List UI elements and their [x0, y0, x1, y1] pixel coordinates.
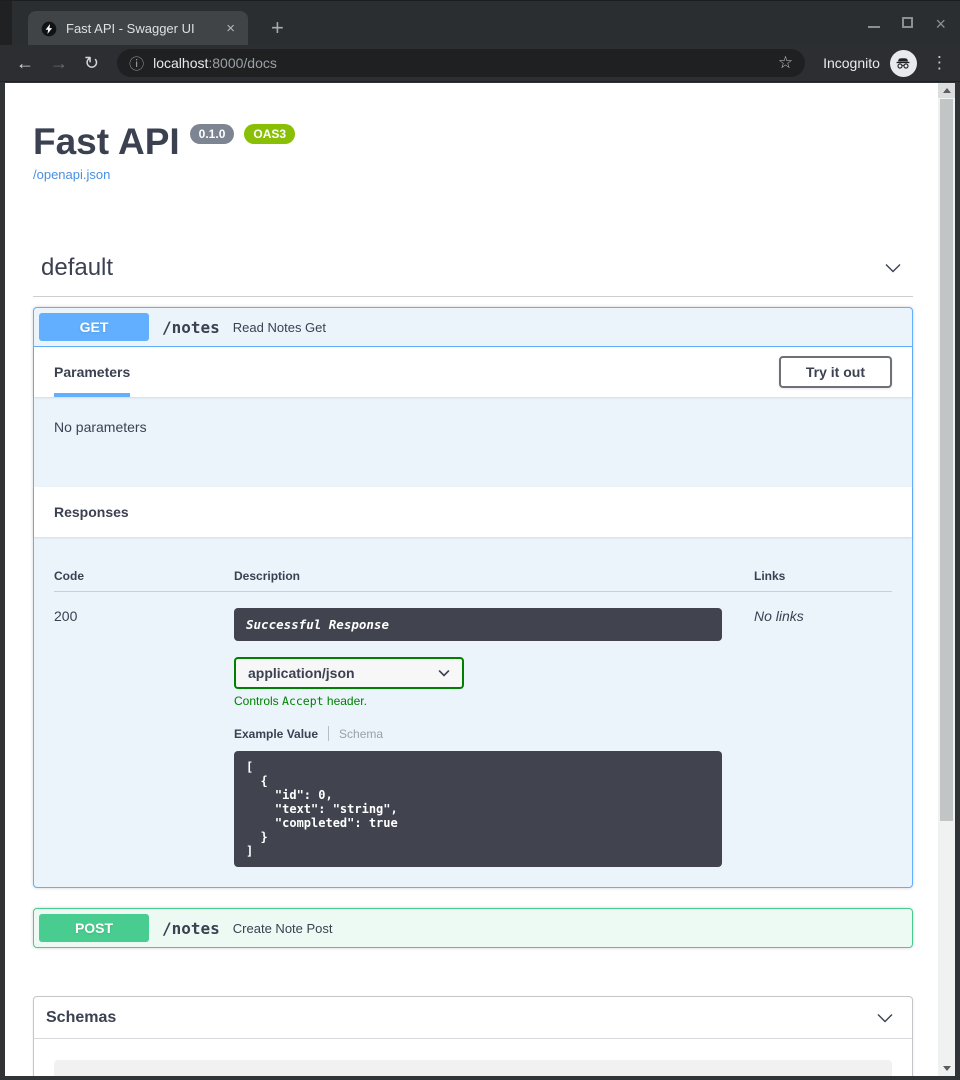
opblock-summary-get[interactable]: GET /notes Read Notes Get: [34, 308, 912, 347]
hint-prefix: Controls: [234, 694, 282, 708]
get-path: /notes: [162, 318, 220, 337]
api-info: Fast API 0.1.0 OAS3 /openapi.json: [33, 121, 913, 184]
fastapi-favicon-icon: [41, 21, 57, 37]
try-it-out-button[interactable]: Try it out: [779, 356, 892, 388]
get-method-badge: GET: [39, 313, 149, 341]
scroll-up-icon: [943, 88, 951, 93]
window-minimize-button[interactable]: [868, 15, 880, 33]
opblock-summary-post[interactable]: POST /notes Create Note Post: [34, 909, 912, 947]
no-parameters-message: No parameters: [34, 397, 912, 487]
response-row-200: 200 Successful Response application/json…: [54, 592, 892, 867]
site-info-icon[interactable]: ⓘ: [129, 53, 144, 74]
swagger-page: Fast API0.1.0OAS3 /openapi.json default …: [5, 83, 938, 1076]
refresh-icon[interactable]: ↻: [84, 54, 99, 72]
hint-suffix: header.: [324, 694, 367, 708]
responses-title: Responses: [54, 504, 129, 520]
column-links: Links: [754, 569, 892, 583]
post-summary: Create Note Post: [233, 921, 333, 936]
maximize-icon: [902, 17, 913, 28]
media-type-value: application/json: [248, 665, 355, 681]
responses-body: Code Description Links 200 Successful Re…: [34, 537, 912, 887]
get-summary: Read Notes Get: [233, 320, 326, 335]
hint-accept-code: Accept: [282, 694, 324, 708]
tag-title: default: [41, 254, 113, 282]
response-code: 200: [54, 608, 234, 867]
opblock-post-notes: POST /notes Create Note Post: [33, 908, 913, 948]
url-rest: :8000/docs: [208, 55, 277, 71]
schemas-title: Schemas: [46, 1009, 116, 1027]
scrollbar-down-button[interactable]: [938, 1061, 955, 1076]
opblock-get-notes: GET /notes Read Notes Get Parameters Try…: [33, 307, 913, 888]
chevron-down-icon: [437, 666, 451, 680]
scrollbar-thumb[interactable]: [940, 99, 953, 821]
accept-header-hint: Controls Accept header.: [234, 694, 722, 708]
new-tab-button[interactable]: +: [265, 15, 290, 41]
example-json-block: [ { "id": 0, "text": "string", "complete…: [234, 751, 722, 867]
media-type-select[interactable]: application/json: [234, 657, 464, 689]
version-badge: 0.1.0: [190, 124, 235, 144]
window-maximize-button[interactable]: [902, 15, 913, 33]
tag-section-header[interactable]: default: [33, 254, 913, 297]
bookmark-star-icon[interactable]: ☆: [778, 53, 793, 73]
column-code: Code: [54, 569, 234, 583]
incognito-label: Incognito: [823, 55, 880, 71]
tab-schema[interactable]: Schema: [339, 727, 383, 741]
post-path: /notes: [162, 919, 220, 938]
forward-icon[interactable]: →: [50, 54, 68, 72]
incognito-icon: [890, 50, 917, 77]
api-title: Fast API: [33, 121, 180, 163]
url-text: localhost:8000/docs: [153, 55, 277, 71]
response-links: No links: [754, 608, 892, 867]
page-scrollbar[interactable]: [938, 83, 955, 1076]
responses-table-header: Code Description Links: [54, 557, 892, 592]
tab-parameters[interactable]: Parameters: [54, 347, 130, 397]
oas3-badge: OAS3: [244, 124, 295, 144]
browser-titlebar: Fast API - Swagger UI × + ×: [0, 0, 960, 45]
chevron-down-icon: [883, 258, 903, 278]
browser-menu-icon[interactable]: ⋮: [931, 53, 948, 73]
browser-tab[interactable]: Fast API - Swagger UI ×: [28, 11, 248, 46]
scroll-down-icon: [943, 1066, 951, 1071]
schemas-header[interactable]: Schemas: [34, 997, 912, 1039]
column-description: Description: [234, 569, 754, 583]
url-host: localhost: [153, 55, 208, 71]
window-close-button[interactable]: ×: [935, 17, 946, 31]
minimize-icon: [868, 26, 880, 28]
schemas-section: Schemas Note: [33, 996, 913, 1076]
tab-close-icon[interactable]: ×: [221, 19, 240, 38]
post-method-badge: POST: [39, 914, 149, 942]
chevron-down-icon: [875, 1008, 895, 1028]
url-bar[interactable]: ⓘ localhost:8000/docs ☆: [117, 49, 805, 77]
response-description: Successful Response: [234, 608, 722, 641]
back-icon[interactable]: ←: [16, 54, 34, 72]
browser-toolbar: ← → ↻ ⓘ localhost:8000/docs ☆ Incognito …: [0, 45, 960, 82]
openapi-json-link[interactable]: /openapi.json: [33, 167, 110, 182]
scrollbar-up-button[interactable]: [938, 83, 955, 98]
tab-title: Fast API - Swagger UI: [66, 21, 221, 36]
tab-example-value[interactable]: Example Value: [234, 727, 318, 741]
tab-separator: [328, 726, 329, 741]
model-note[interactable]: Note: [54, 1060, 892, 1076]
